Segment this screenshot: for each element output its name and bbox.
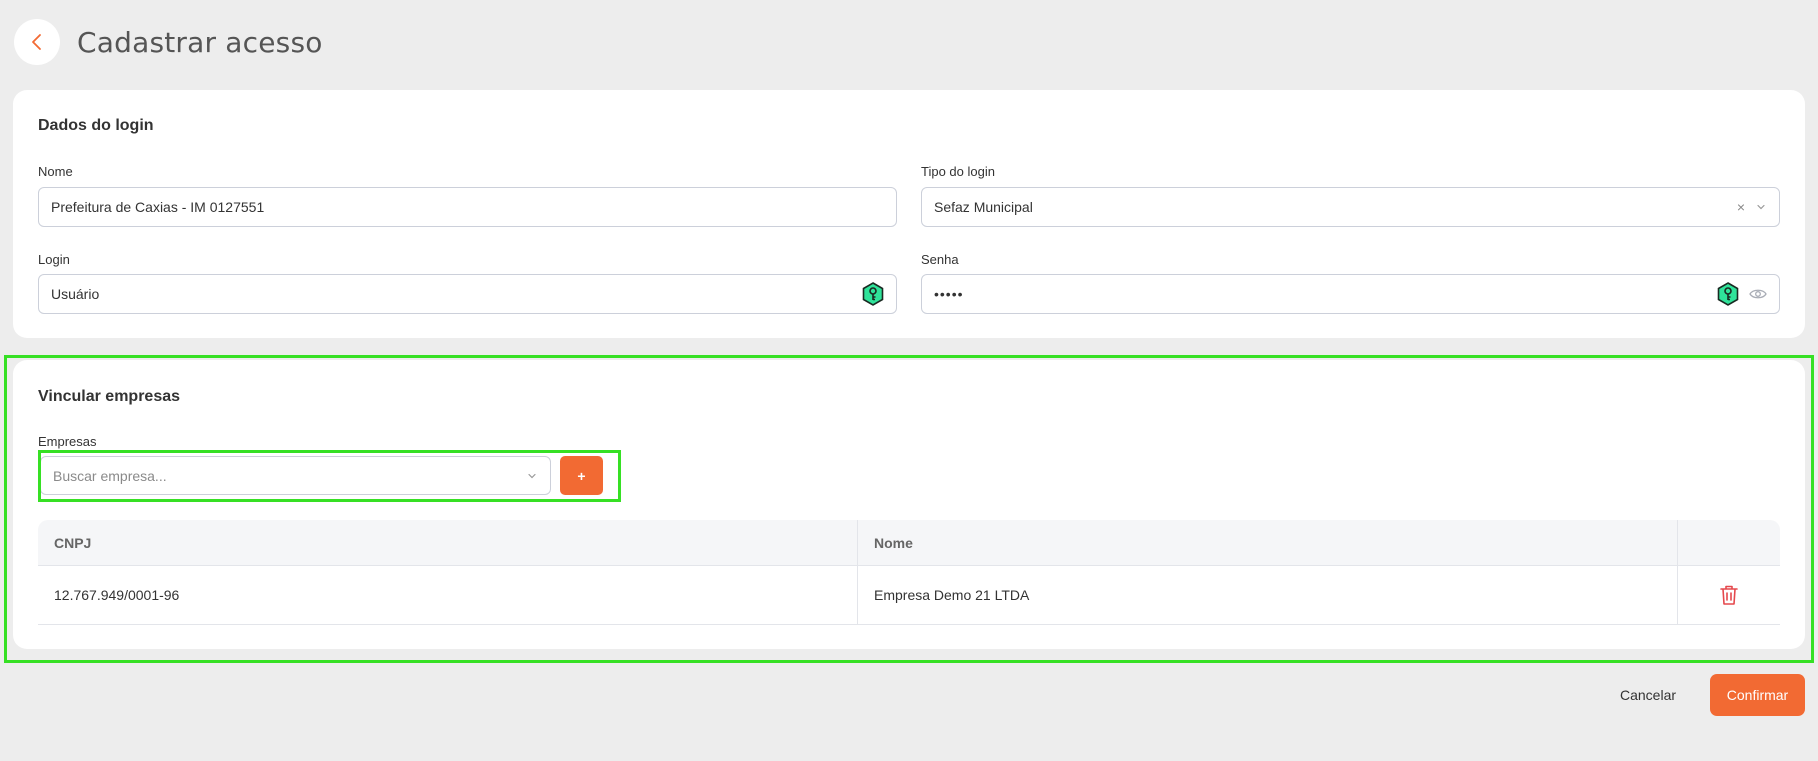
add-company-button[interactable]: +: [560, 456, 603, 495]
login-label: Login: [38, 252, 70, 267]
confirm-button[interactable]: Confirmar: [1710, 674, 1805, 716]
empresas-label: Empresas: [38, 434, 97, 449]
nome-cell: Empresa Demo 21 LTDA: [858, 566, 1678, 624]
trash-icon[interactable]: [1719, 584, 1739, 606]
login-section-title: Dados do login: [38, 117, 154, 134]
login-input[interactable]: Usuário: [38, 274, 897, 314]
page-header: Cadastrar acesso: [14, 19, 323, 65]
clear-icon[interactable]: ×: [1737, 199, 1745, 215]
tipo-login-value: Sefaz Municipal: [934, 199, 1033, 215]
companies-table: CNPJ Nome 12.767.949/0001-96 Empresa Dem…: [38, 520, 1780, 625]
col-nome-header: Nome: [858, 520, 1678, 565]
nome-label: Nome: [38, 164, 73, 179]
tipo-login-label: Tipo do login: [921, 164, 995, 179]
chevron-down-icon[interactable]: [1755, 201, 1767, 213]
senha-input[interactable]: •••••: [921, 274, 1780, 314]
key-badge-icon[interactable]: [1717, 282, 1739, 306]
chevron-left-icon: [32, 34, 41, 50]
eye-icon[interactable]: [1749, 288, 1767, 300]
login-data-card: Dados do login Nome Prefeitura de Caxias…: [13, 90, 1805, 338]
table-row: 12.767.949/0001-96 Empresa Demo 21 LTDA: [38, 566, 1780, 625]
key-badge-icon[interactable]: [862, 282, 884, 306]
cnpj-cell: 12.767.949/0001-96: [38, 566, 858, 624]
table-header: CNPJ Nome: [38, 520, 1780, 566]
nome-value: Prefeitura de Caxias - IM 0127551: [51, 199, 265, 215]
back-button[interactable]: [14, 19, 60, 65]
company-search-select[interactable]: Buscar empresa...: [40, 456, 551, 495]
senha-value: •••••: [934, 286, 964, 302]
company-search-placeholder: Buscar empresa...: [53, 467, 167, 484]
tipo-login-select[interactable]: Sefaz Municipal ×: [921, 187, 1780, 227]
actions-cell: [1678, 566, 1780, 624]
page: Cadastrar acesso Dados do login Nome Pre…: [0, 0, 1818, 761]
col-actions-header: [1678, 520, 1780, 565]
chevron-down-icon[interactable]: [526, 470, 538, 482]
col-cnpj-header: CNPJ: [38, 520, 858, 565]
senha-label: Senha: [921, 252, 959, 267]
link-companies-card: Vincular empresas Empresas Buscar empres…: [13, 360, 1805, 649]
cancel-button[interactable]: Cancelar: [1596, 674, 1700, 716]
login-value: Usuário: [51, 286, 100, 302]
nome-input[interactable]: Prefeitura de Caxias - IM 0127551: [38, 187, 897, 227]
empresas-section-title: Vincular empresas: [38, 388, 181, 405]
page-title: Cadastrar acesso: [77, 25, 323, 59]
